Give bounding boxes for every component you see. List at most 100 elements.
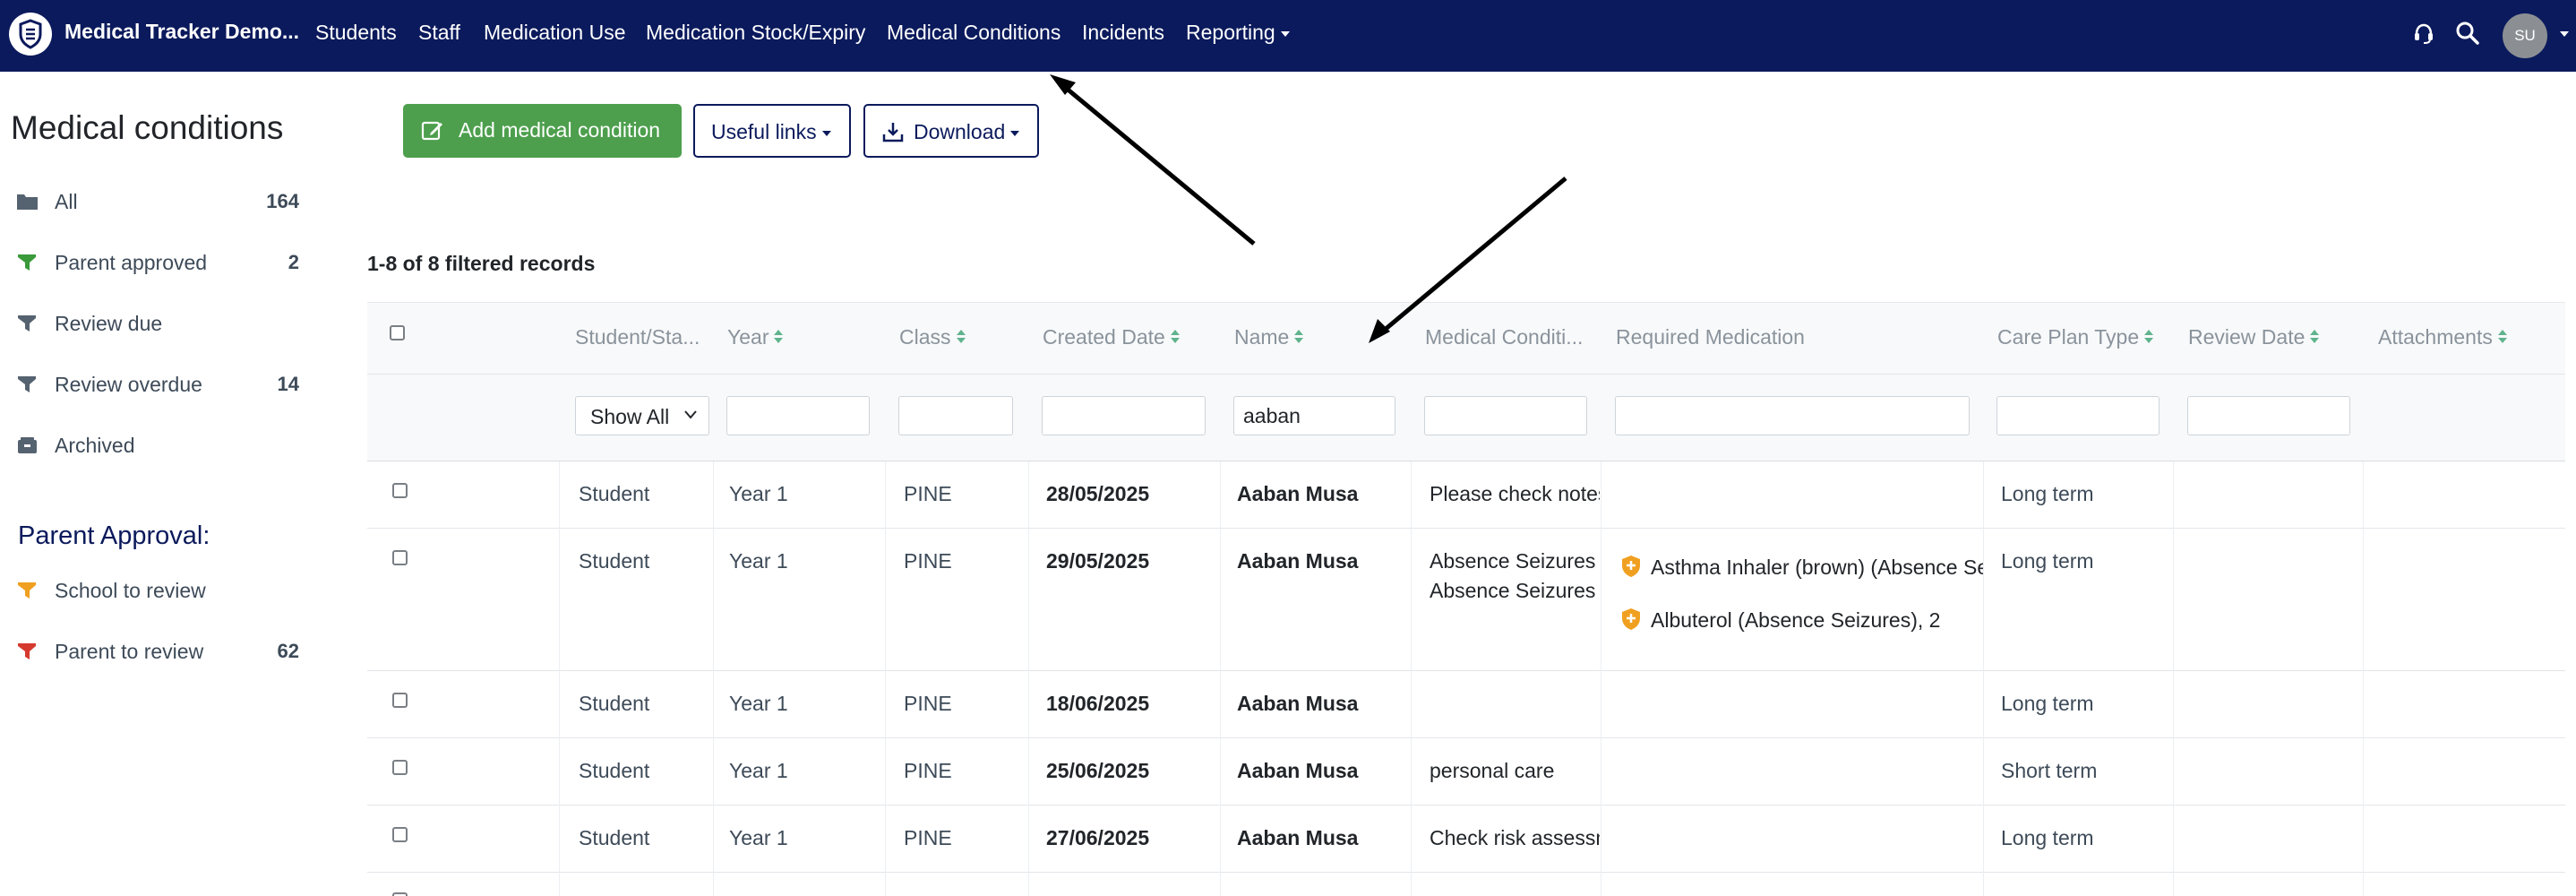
useful-links-button[interactable]: Useful links (693, 104, 851, 158)
user-menu-chevron-icon[interactable] (2560, 31, 2569, 37)
records-count: 1-8 of 8 filtered records (367, 252, 596, 275)
nav-medication-stock-expiry[interactable]: Medication Stock/Expiry (646, 21, 865, 45)
sort-icon (956, 329, 966, 344)
cell-care-plan-type: Long term (2001, 826, 2094, 849)
cell-medical-condition: Please check notes (1430, 482, 1600, 505)
column-divider (1411, 461, 1412, 896)
column-divider (713, 461, 714, 896)
type-filter-select[interactable]: Show All (575, 396, 709, 435)
class-filter-input[interactable] (898, 396, 1013, 435)
column-divider (1220, 461, 1221, 896)
parent-approval-heading: Parent Approval: (18, 521, 210, 550)
required-medication-filter-input[interactable] (1615, 396, 1970, 435)
cell-name[interactable]: Aaban Musa (1237, 692, 1358, 716)
row-select-checkbox[interactable] (392, 483, 408, 498)
cell-name[interactable]: Aaban Musa (1237, 549, 1358, 573)
brand-logo-icon[interactable] (9, 13, 52, 56)
cell-class: PINE (904, 692, 952, 715)
created-date-filter-input[interactable] (1042, 396, 1206, 435)
filter-icon (16, 642, 39, 661)
add-medical-condition-button[interactable]: Add medical condition (403, 104, 682, 158)
col-header-created-date-label: Created Date (1043, 325, 1165, 349)
sidebar-item-label: Parent approved (55, 251, 208, 274)
year-filter-input[interactable] (726, 396, 870, 435)
sidebar-item-review-overdue[interactable]: Review overdue 14 (16, 366, 299, 401)
sidebar-item-label: Review due (55, 312, 163, 335)
col-header-year[interactable]: Year (727, 325, 784, 349)
table-row[interactable] (367, 671, 2565, 738)
col-header-attachments[interactable]: Attachments (2378, 325, 2507, 349)
edit-icon (421, 119, 444, 142)
row-select-checkbox[interactable] (392, 760, 408, 775)
cell-name[interactable]: Aaban Musa (1237, 759, 1358, 783)
sidebar-item-parent-to-review[interactable]: Parent to review 62 (16, 633, 299, 668)
sidebar-item-count: 164 (266, 190, 299, 212)
type-filter-value: Show All (590, 405, 670, 428)
user-avatar[interactable]: SU (2503, 13, 2547, 58)
col-header-class[interactable]: Class (899, 325, 966, 349)
cell-medical-condition: Absence Seizures (1430, 549, 1596, 573)
cell-type: Student (579, 759, 650, 782)
medical-conditions-filter-input[interactable] (1424, 396, 1587, 435)
nav-incidents[interactable]: Incidents (1082, 21, 1164, 45)
col-header-medical-conditions[interactable]: Medical Conditi... (1425, 325, 1583, 349)
col-header-class-label: Class (899, 325, 951, 349)
filter-icon (16, 375, 39, 394)
cell-class: PINE (904, 759, 952, 782)
col-header-required-medication[interactable]: Required Medication (1616, 325, 1805, 349)
nav-staff[interactable]: Staff (418, 21, 460, 45)
row-select-checkbox[interactable] (392, 827, 408, 842)
row-select-checkbox[interactable] (392, 693, 408, 708)
col-header-student-staff[interactable]: Student/Sta... (575, 325, 700, 349)
support-icon[interactable] (2410, 20, 2437, 47)
sidebar-item-label: All (55, 190, 78, 213)
col-header-review-date[interactable]: Review Date (2188, 325, 2320, 349)
review-date-filter-input[interactable] (2187, 396, 2350, 435)
filter-icon (16, 314, 39, 333)
filter-icon (16, 253, 39, 272)
medication-label: Asthma Inhaler (brown) (Absence Seizures… (1651, 556, 1984, 579)
sidebar-item-label: Parent to review (55, 640, 204, 663)
sidebar-item-parent-approved[interactable]: Parent approved 2 (16, 244, 299, 280)
cell-created-date: 25/06/2025 (1046, 759, 1150, 782)
col-header-care-plan-type[interactable]: Care Plan Type (1997, 325, 2154, 349)
select-all-checkbox[interactable] (390, 325, 405, 340)
col-header-created-date[interactable]: Created Date (1043, 325, 1180, 349)
sidebar-item-archived[interactable]: Archived (16, 426, 299, 462)
folder-icon (16, 192, 39, 211)
sort-icon (1294, 329, 1304, 344)
download-icon (881, 121, 905, 144)
nav-medical-conditions[interactable]: Medical Conditions (887, 21, 1060, 45)
chevron-down-icon (821, 130, 831, 136)
brand-name[interactable]: Medical Tracker Demo... (64, 20, 299, 44)
cell-name[interactable]: Aaban Musa (1237, 482, 1358, 506)
cell-name[interactable]: Aaban Musa (1237, 826, 1358, 850)
cell-year: Year 1 (729, 482, 788, 505)
sidebar-item-school-to-review[interactable]: School to review (16, 572, 299, 607)
sort-icon (1170, 329, 1180, 344)
nav-medication-use[interactable]: Medication Use (484, 21, 626, 45)
row-select-checkbox[interactable] (392, 550, 408, 565)
medication-item[interactable]: Asthma Inhaler (brown) (Absence Seizures… (1620, 553, 1984, 580)
cell-created-date: 29/05/2025 (1046, 549, 1150, 573)
annotation-arrow-line (1060, 82, 1256, 246)
cell-year: Year 1 (729, 692, 788, 715)
cell-medical-condition: Absence Seizures (1430, 579, 1596, 602)
search-icon[interactable] (2454, 20, 2481, 47)
sort-icon (2310, 329, 2320, 344)
cell-care-plan-type: Long term (2001, 482, 2094, 505)
download-button[interactable]: Download (863, 104, 1039, 158)
sidebar-item-review-due[interactable]: Review due (16, 305, 299, 340)
column-divider (1028, 461, 1029, 896)
nav-reporting[interactable]: Reporting (1186, 21, 1290, 45)
cell-type: Student (579, 826, 650, 849)
col-header-care-plan-type-label: Care Plan Type (1997, 325, 2140, 349)
cell-year: Year 1 (729, 759, 788, 782)
sidebar-item-all[interactable]: All 164 (16, 183, 299, 219)
name-filter-input[interactable] (1233, 396, 1395, 435)
care-plan-type-filter-input[interactable] (1996, 396, 2160, 435)
sidebar-item-label: Archived (55, 434, 135, 457)
nav-students[interactable]: Students (315, 21, 397, 45)
row-select-checkbox[interactable] (392, 892, 408, 896)
col-header-name[interactable]: Name (1234, 325, 1304, 349)
